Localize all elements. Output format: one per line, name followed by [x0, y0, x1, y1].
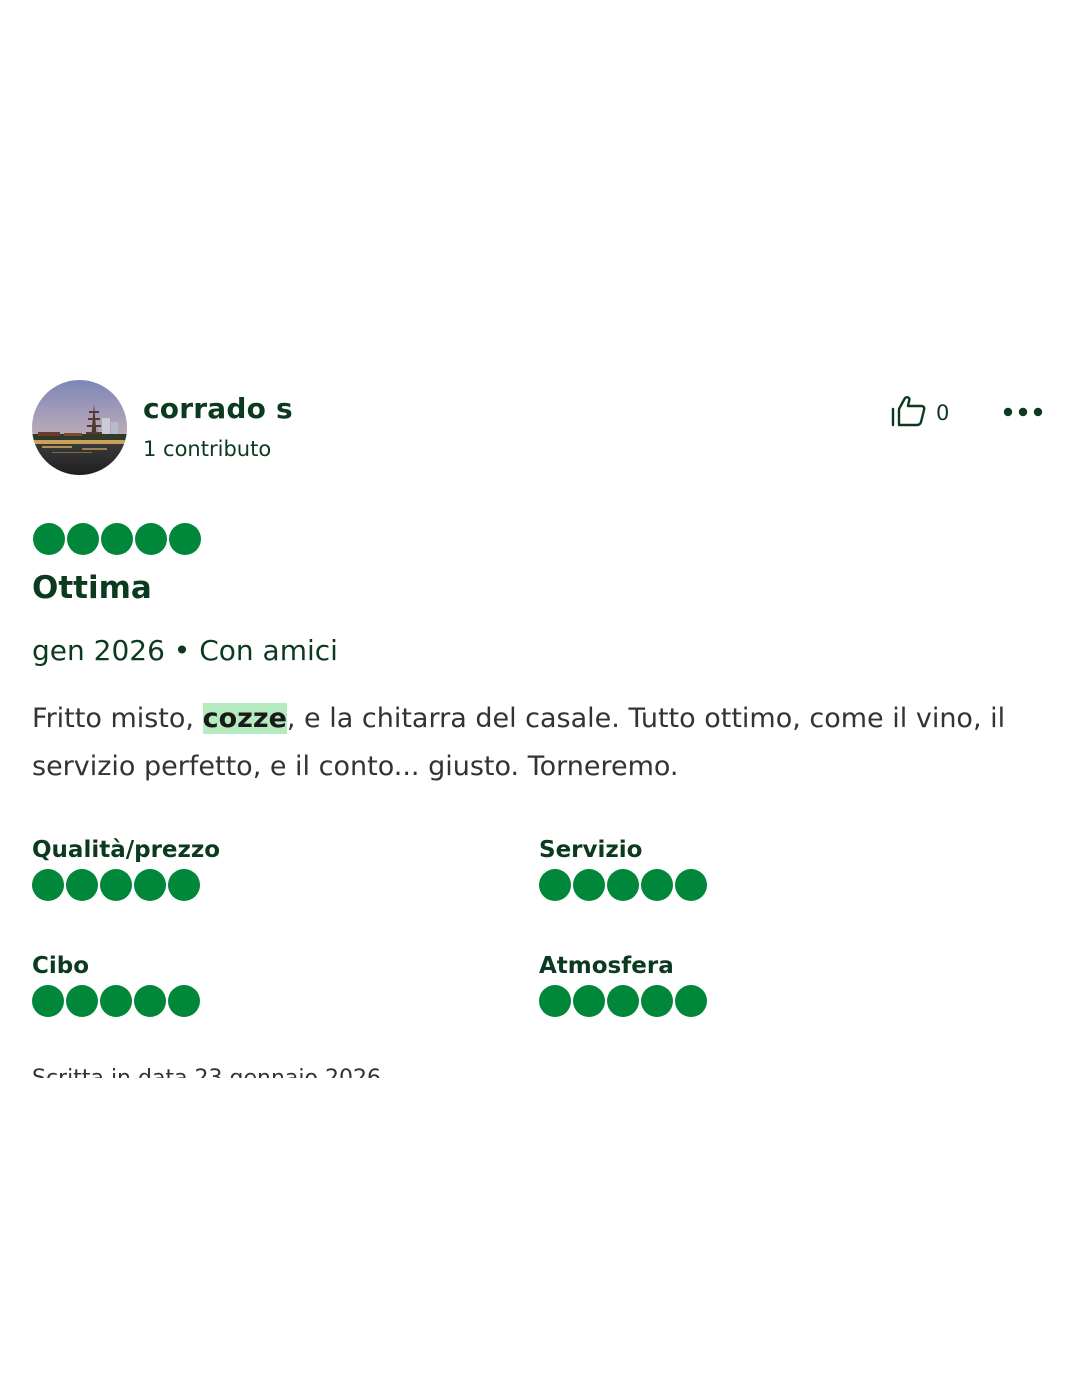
- subrating-bubbles: [539, 869, 707, 901]
- rating-bubble: [33, 523, 65, 555]
- rating-bubble: [607, 985, 639, 1017]
- rating-bubble: [168, 985, 200, 1017]
- rating-bubble: [32, 985, 64, 1017]
- rating-bubble: [32, 869, 64, 901]
- rating-bubble: [539, 985, 571, 1017]
- rating-bubble: [100, 985, 132, 1017]
- more-options-icon: [1003, 403, 1043, 422]
- rating-bubble: [641, 985, 673, 1017]
- rating-bubble: [168, 869, 200, 901]
- rating-bubble: [675, 869, 707, 901]
- helpful-button[interactable]: 0: [890, 394, 949, 432]
- review-text-highlight: cozze: [202, 703, 287, 734]
- subrating-label: Cibo: [32, 953, 90, 979]
- rating-bubble: [573, 869, 605, 901]
- more-options-button[interactable]: [998, 396, 1048, 428]
- overall-rating-bubbles: [33, 523, 201, 555]
- subrating-service: Servizio: [539, 837, 707, 901]
- rating-bubble: [169, 523, 201, 555]
- review-text-before: Fritto misto,: [32, 703, 203, 734]
- user-contributions: 1 contributo: [143, 437, 272, 461]
- rating-bubble: [66, 869, 98, 901]
- subrating-label: Qualità/prezzo: [32, 837, 221, 863]
- rating-bubble: [135, 523, 167, 555]
- rating-bubble: [539, 869, 571, 901]
- helpful-count: 0: [936, 401, 950, 425]
- rating-bubble: [66, 985, 98, 1017]
- rating-bubble: [100, 869, 132, 901]
- subrating-bubbles: [539, 985, 707, 1017]
- subrating-bubbles: [32, 985, 200, 1017]
- rating-bubble: [573, 985, 605, 1017]
- written-date: Scritta in data 23 gennaio 2026: [32, 1066, 381, 1078]
- review-title: Ottima: [32, 570, 152, 606]
- thumbs-up-icon: [890, 394, 928, 432]
- review-card: corrado s 1 contributo 0 Ottima gen 2026…: [0, 0, 1080, 1400]
- subrating-value: Qualità/prezzo: [32, 837, 220, 901]
- subrating-label: Servizio: [539, 837, 643, 863]
- subrating-food: Cibo: [32, 953, 200, 1017]
- rating-bubble: [675, 985, 707, 1017]
- avatar-image: [32, 380, 127, 475]
- rating-bubble: [134, 985, 166, 1017]
- subrating-atmosphere: Atmosfera: [539, 953, 707, 1017]
- review-meta: gen 2026 • Con amici: [32, 634, 338, 667]
- rating-bubble: [607, 869, 639, 901]
- user-avatar[interactable]: [32, 380, 127, 475]
- rating-bubble: [67, 523, 99, 555]
- rating-bubble: [101, 523, 133, 555]
- rating-bubble: [641, 869, 673, 901]
- user-name[interactable]: corrado s: [143, 392, 293, 425]
- rating-bubble: [134, 869, 166, 901]
- subrating-bubbles: [32, 869, 220, 901]
- review-text: Fritto misto, cozze, e la chitarra del c…: [32, 695, 1052, 791]
- subrating-label: Atmosfera: [539, 953, 674, 979]
